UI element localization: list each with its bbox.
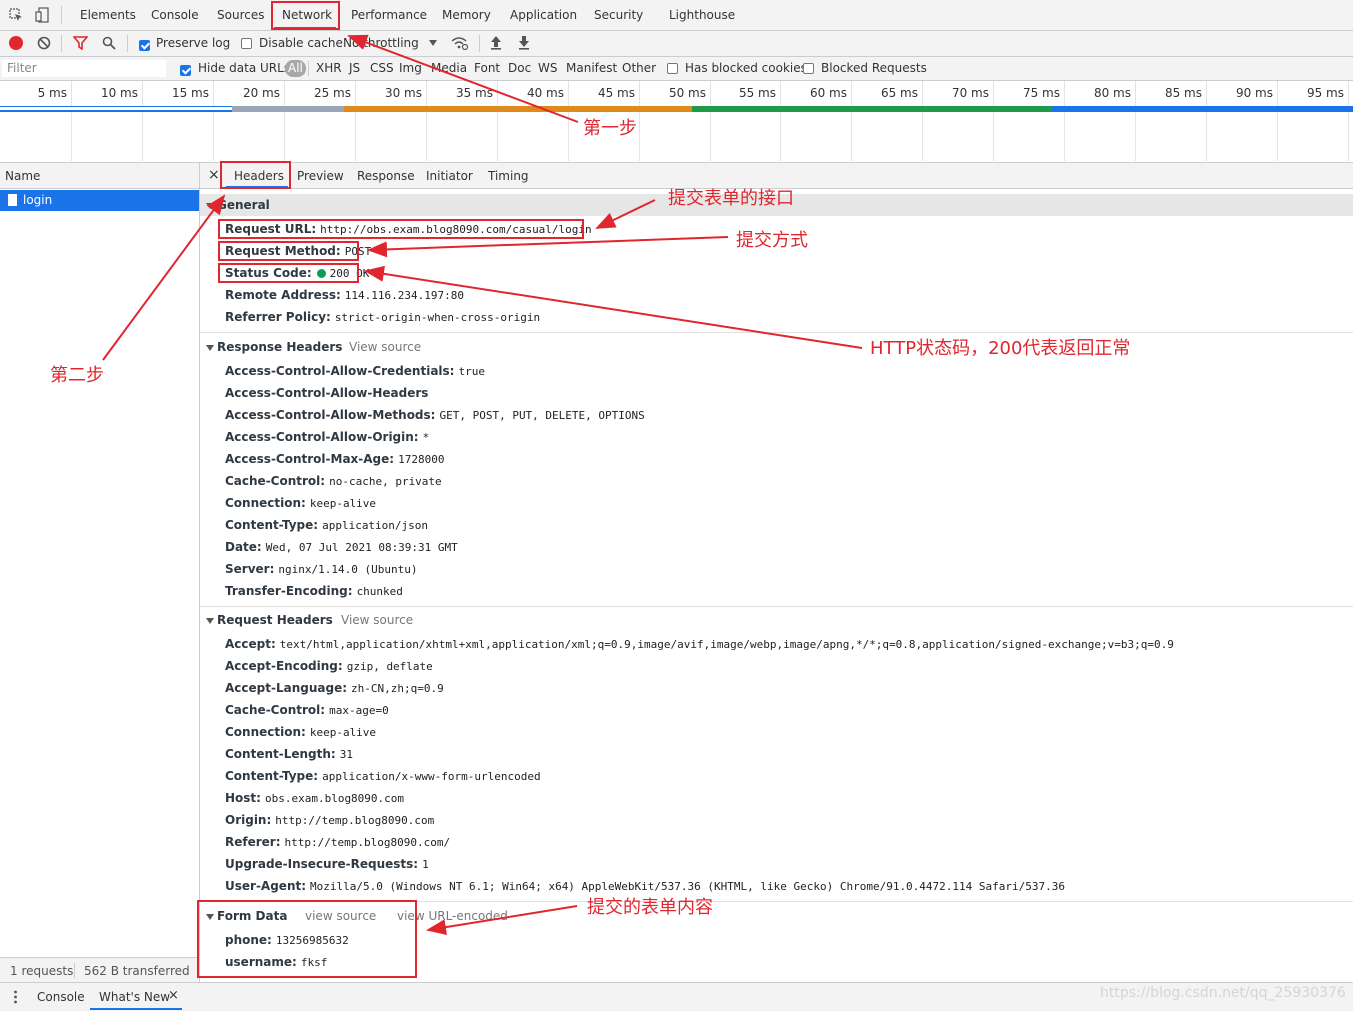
- arrow-status: [364, 265, 863, 349]
- annotation-form-content: 提交的表单内容: [587, 897, 713, 918]
- arrow-submit-method: [367, 236, 729, 258]
- arrow-step1: [347, 34, 579, 123]
- arrow-submit-url: [595, 199, 656, 229]
- annotation-submit-method: 提交方式: [736, 230, 808, 251]
- annotation-status: HTTP状态码，200代表返回正常: [870, 338, 1131, 359]
- annotation-step2: 第二步: [50, 365, 104, 386]
- annotation-step1: 第一步: [583, 118, 637, 139]
- annotation-submit-url: 提交表单的接口: [668, 188, 794, 209]
- arrow-step2: [102, 194, 226, 361]
- annotation-arrows: [102, 34, 863, 936]
- arrow-form-data: [426, 905, 578, 936]
